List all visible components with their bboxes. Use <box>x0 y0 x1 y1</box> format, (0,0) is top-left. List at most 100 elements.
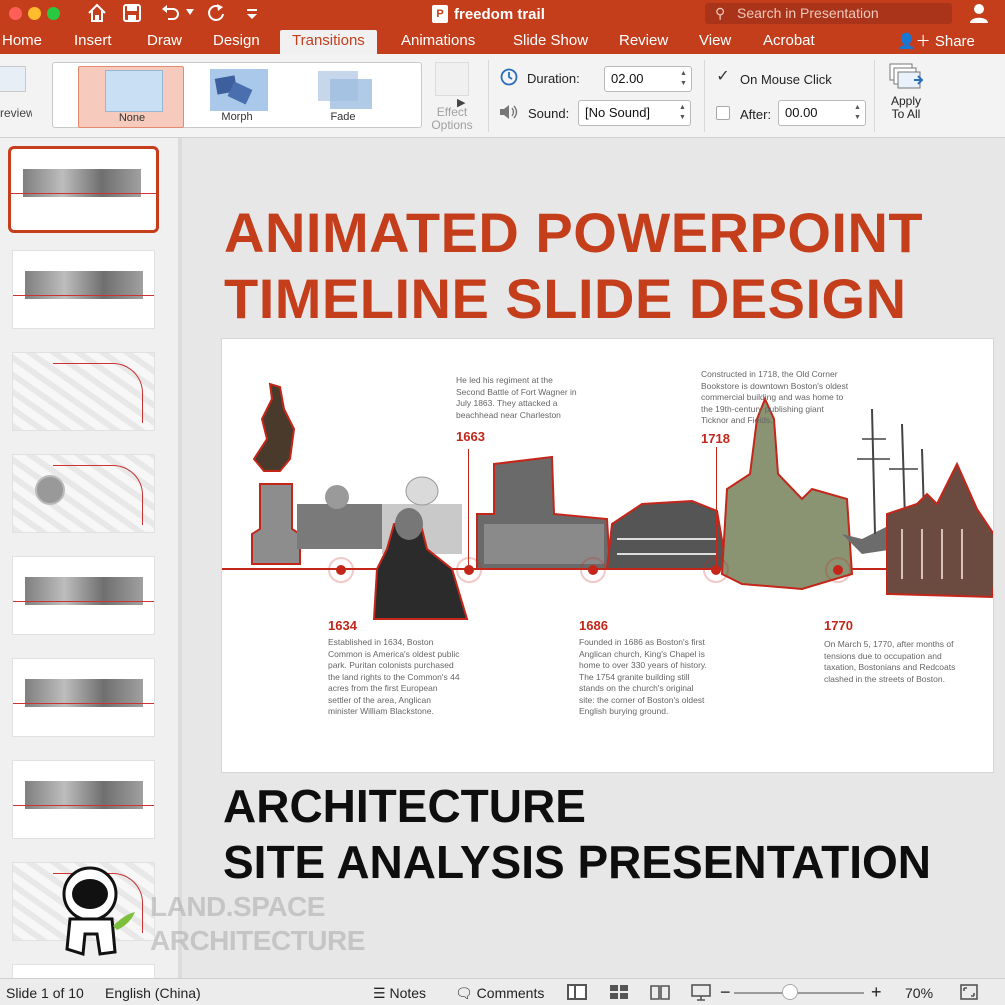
after-checkbox[interactable] <box>716 106 730 120</box>
on-mouse-click-label: On Mouse Click <box>740 72 832 87</box>
after-time-input[interactable]: 00.00 ▲ ▼ <box>778 100 866 126</box>
slide-sorter-view-icon[interactable] <box>608 983 630 1001</box>
preview-label: Preview <box>0 106 32 120</box>
timeline-marker-1770[interactable] <box>825 557 851 583</box>
slide-thumbnail[interactable] <box>12 352 155 431</box>
effect-options-label-line1: Effect <box>436 105 468 119</box>
normal-view-icon[interactable] <box>566 983 588 1001</box>
duration-input[interactable]: 02.00 ▲ ▼ <box>604 66 692 92</box>
comments-button[interactable]: 🗨 Comments <box>455 985 544 1002</box>
slide-thumbnail[interactable] <box>12 454 155 533</box>
close-window-button[interactable] <box>9 7 22 20</box>
language-indicator[interactable]: English (China) <box>105 985 201 1001</box>
after-time-stepper-icon[interactable]: ▲ ▼ <box>854 103 863 123</box>
tab-transitions[interactable]: Transitions <box>280 30 377 54</box>
duration-value: 02.00 <box>611 71 644 86</box>
sound-value: [No Sound] <box>585 105 651 120</box>
transition-morph-label: Morph <box>221 111 253 123</box>
timeline-marker-1663[interactable] <box>456 557 482 583</box>
save-icon[interactable] <box>123 4 141 22</box>
tab-view[interactable]: View <box>699 32 731 49</box>
share-button[interactable]: 👤＋ Share <box>897 30 975 51</box>
search-input[interactable]: ⚲ Search in Presentation <box>705 3 952 24</box>
event-connector-line <box>716 447 717 569</box>
thumbnail-timeline-line <box>13 295 154 296</box>
event-year-1718: 1718 <box>701 431 730 446</box>
home-icon[interactable] <box>87 3 107 23</box>
on-mouse-click-checkbox[interactable]: ✓ <box>716 69 730 85</box>
timeline-marker-1718[interactable] <box>703 557 729 583</box>
customize-toolbar-icon[interactable] <box>246 8 258 20</box>
transition-fade[interactable]: Fade <box>290 66 396 128</box>
tab-review[interactable]: Review <box>619 32 668 49</box>
ribbon-separator <box>704 60 705 132</box>
event-year-1663: 1663 <box>456 429 485 444</box>
thumbnail-timeline-line <box>13 601 154 602</box>
slide-subtitle-line2: SITE ANALYSIS PRESENTATION <box>223 836 931 888</box>
preview-icon <box>0 66 26 92</box>
duration-stepper-icon[interactable]: ▲ ▼ <box>680 69 689 89</box>
user-account-icon[interactable] <box>968 2 990 24</box>
preview-button[interactable]: Preview <box>0 66 32 120</box>
add-person-icon: 👤＋ <box>897 33 931 50</box>
tab-acrobat[interactable]: Acrobat <box>763 32 815 49</box>
zoom-in-button[interactable]: + <box>871 982 882 1003</box>
tab-home[interactable]: Home <box>2 32 42 49</box>
zoom-out-button[interactable]: − <box>720 982 731 1003</box>
kings-chapel-image <box>476 455 612 570</box>
event-year-1770: 1770 <box>824 618 853 633</box>
reading-view-icon[interactable] <box>649 983 671 1001</box>
effect-options-button[interactable]: Effect Options <box>427 62 477 134</box>
redo-icon[interactable] <box>206 3 226 23</box>
slide-subtitle[interactable]: ARCHITECTURE SITE ANALYSIS PRESENTATION <box>223 778 993 890</box>
document-title: P freedom trail <box>432 4 545 24</box>
after-label: After: <box>740 107 772 122</box>
morph-thumbnail <box>210 69 268 111</box>
slide-show-view-icon[interactable] <box>690 983 712 1001</box>
zoom-window-button[interactable] <box>47 7 60 20</box>
transition-fade-label: Fade <box>330 111 356 123</box>
tab-insert[interactable]: Insert <box>74 32 112 49</box>
undo-icon[interactable] <box>160 4 180 22</box>
ribbon-separator <box>488 60 489 132</box>
timeline-marker-1686[interactable] <box>580 557 606 583</box>
tab-design[interactable]: Design <box>213 32 260 49</box>
zoom-slider-handle[interactable] <box>782 984 798 1000</box>
tab-draw[interactable]: Draw <box>147 32 182 49</box>
event-text-1686: Founded in 1686 as Boston's first Anglic… <box>579 637 707 716</box>
notes-icon: ☰ <box>373 985 386 1001</box>
slide-thumbnail[interactable] <box>12 964 155 978</box>
search-placeholder: Search in Presentation <box>737 5 879 21</box>
sound-select[interactable]: [No Sound] ▲ ▼ <box>578 100 691 126</box>
zoom-slider-track[interactable] <box>734 992 864 994</box>
transition-none[interactable]: None <box>78 66 184 128</box>
apply-to-all-button[interactable]: Apply To All <box>880 62 932 121</box>
comments-label: Comments <box>476 985 545 1001</box>
slide-thumbnail[interactable] <box>12 556 155 635</box>
transition-morph[interactable]: Morph <box>184 66 290 128</box>
timeline-marker-1634[interactable] <box>328 557 354 583</box>
state-house-image <box>297 476 462 554</box>
after-time-value: 00.00 <box>785 105 818 120</box>
powerpoint-window: P freedom trail ⚲ Search in Presentation… <box>0 0 1005 1005</box>
embedded-timeline-slide[interactable]: 1634 Established in 1634, Boston Common … <box>221 338 994 773</box>
slide-thumbnail[interactable] <box>12 250 155 329</box>
slide-thumbnail[interactable] <box>12 760 155 839</box>
event-connector-line <box>468 449 469 569</box>
status-bar: Slide 1 of 10 English (China) ☰ Notes 🗨 … <box>0 978 1005 1005</box>
slide-thumbnail-panel <box>0 138 178 978</box>
slide-thumbnail[interactable] <box>8 146 159 233</box>
slide-thumbnail[interactable] <box>12 658 155 737</box>
tab-animations[interactable]: Animations <box>401 32 475 49</box>
thumbnail-timeline-line <box>13 703 154 704</box>
event-text-1663: He led his regiment at the Second Battle… <box>456 375 577 420</box>
slide-title[interactable]: ANIMATED POWERPOINT TIMELINE SLIDE DESIG… <box>224 200 984 332</box>
undo-dropdown-icon[interactable] <box>186 9 194 15</box>
zoom-level[interactable]: 70% <box>905 985 933 1001</box>
event-text-1718: Constructed in 1718, the Old Corner Book… <box>701 369 849 425</box>
tab-slide-show[interactable]: Slide Show <box>513 32 588 49</box>
notes-button[interactable]: ☰ Notes <box>373 985 426 1002</box>
fit-to-window-icon[interactable] <box>958 983 980 1001</box>
minimize-window-button[interactable] <box>28 7 41 20</box>
comments-icon: 🗨 <box>455 985 473 1001</box>
